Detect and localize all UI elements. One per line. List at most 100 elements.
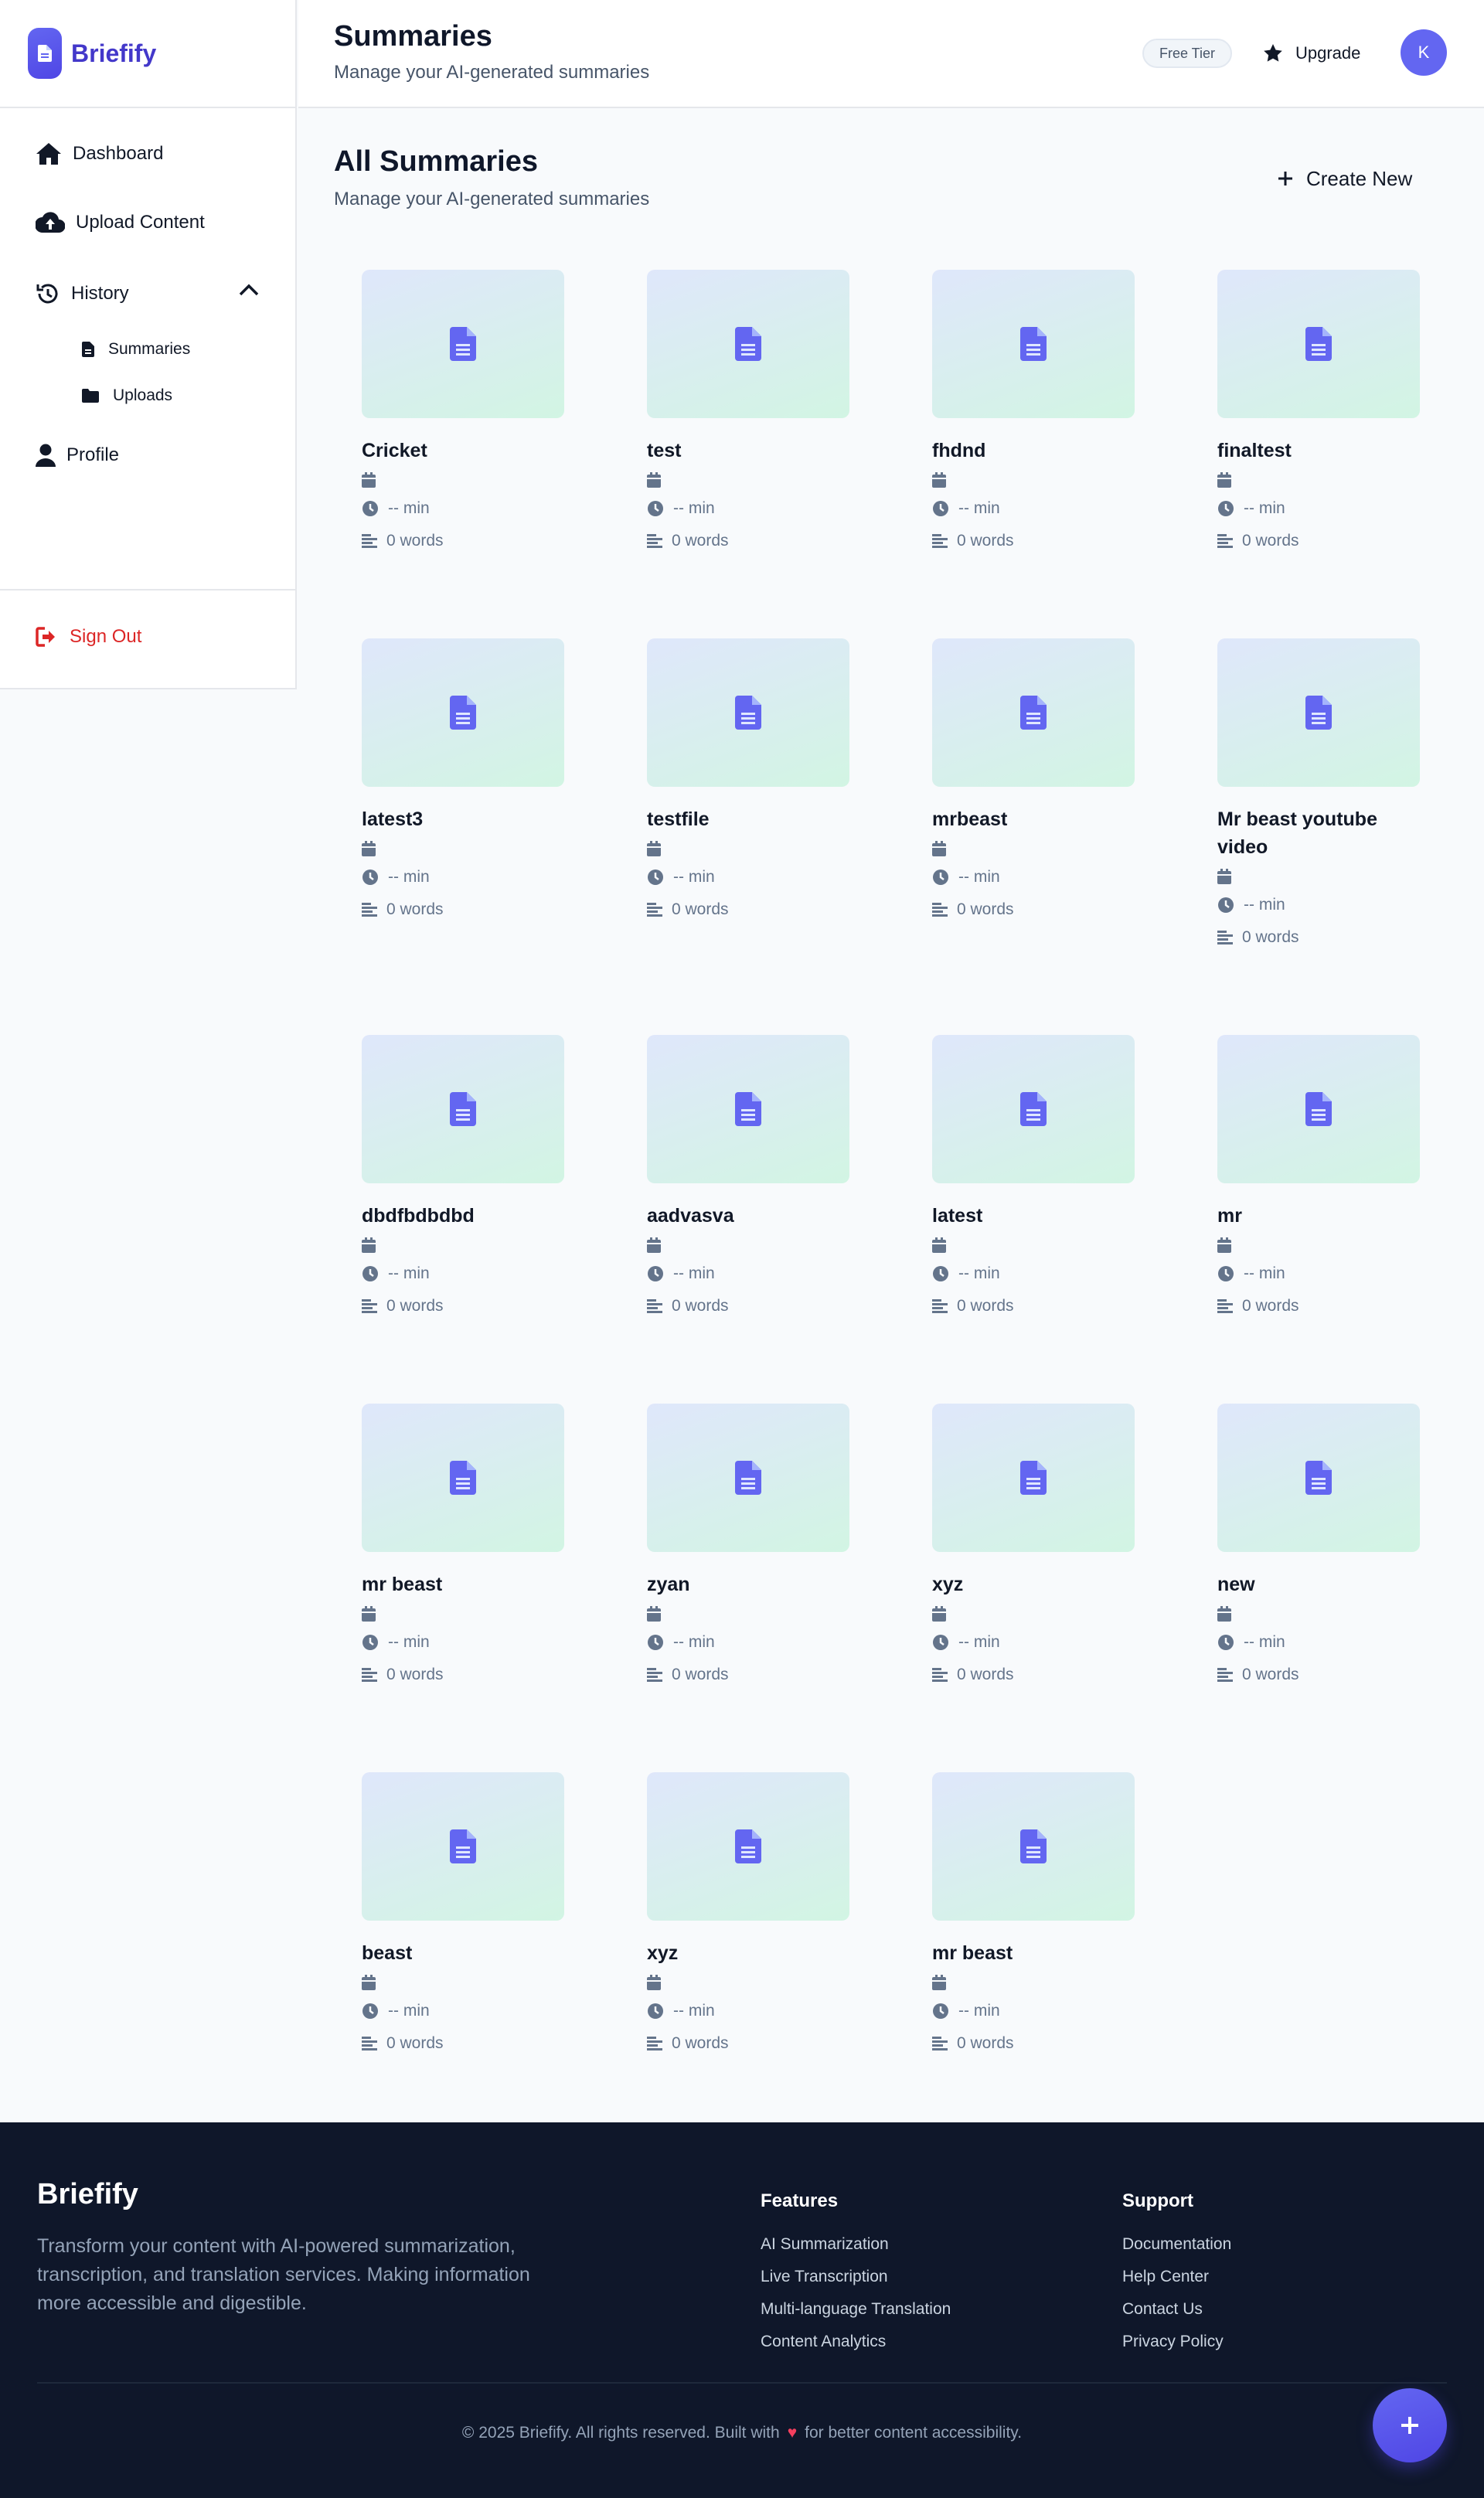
footer-link[interactable]: Content Analytics xyxy=(761,2333,886,2351)
summary-card[interactable]: aadvasva -- min 0 words xyxy=(647,1035,849,1321)
text-lines-icon xyxy=(1217,931,1233,944)
document-icon xyxy=(735,327,761,361)
sidebar-item-label: Dashboard xyxy=(73,143,164,164)
text-lines-icon xyxy=(647,1299,662,1313)
calendar-icon xyxy=(932,841,946,856)
summary-duration: -- min xyxy=(647,494,849,523)
folder-icon xyxy=(82,389,99,403)
sidebar-item-history[interactable]: History xyxy=(36,281,129,306)
text-lines-icon xyxy=(932,2037,948,2050)
summary-thumbnail xyxy=(647,270,849,418)
word-count-text: 0 words xyxy=(957,900,1014,918)
footer-link[interactable]: Documentation xyxy=(1122,2235,1231,2254)
summary-thumbnail xyxy=(647,638,849,787)
clock-icon xyxy=(933,2003,948,2019)
summary-word-count: 0 words xyxy=(1217,1660,1420,1690)
summary-date xyxy=(647,838,849,859)
duration-text: -- min xyxy=(1244,1264,1285,1282)
summary-card[interactable]: xyz -- min 0 words xyxy=(932,1404,1135,1690)
summary-word-count: 0 words xyxy=(647,1660,849,1690)
document-icon xyxy=(1305,1461,1332,1495)
document-icon xyxy=(450,1829,476,1863)
summary-card[interactable]: fhdnd -- min 0 words xyxy=(932,270,1135,556)
clock-icon xyxy=(648,501,663,516)
brand-logo-icon xyxy=(28,28,62,79)
sidebar-item-profile[interactable]: Profile xyxy=(36,444,119,467)
page-title: Summaries xyxy=(334,20,492,53)
sidebar-subitem-uploads[interactable]: Uploads xyxy=(82,386,172,405)
footer-link[interactable]: Contact Us xyxy=(1122,2300,1203,2319)
calendar-icon xyxy=(1217,1237,1231,1253)
avatar[interactable]: K xyxy=(1401,29,1447,76)
plus-icon xyxy=(1278,172,1292,185)
summary-title: mr beast xyxy=(932,1942,1013,1964)
summary-word-count: 0 words xyxy=(362,895,564,924)
summary-thumbnail xyxy=(932,270,1135,418)
footer-link[interactable]: Privacy Policy xyxy=(1122,2333,1224,2351)
footer-link[interactable]: Multi-language Translation xyxy=(761,2300,951,2319)
calendar-icon xyxy=(647,1606,661,1622)
document-icon xyxy=(450,1461,476,1495)
summary-duration: -- min xyxy=(1217,890,1420,920)
summary-title: zyan xyxy=(647,1574,690,1595)
summary-duration: -- min xyxy=(1217,1259,1420,1288)
summary-card[interactable]: zyan -- min 0 words xyxy=(647,1404,849,1690)
duration-text: -- min xyxy=(958,1264,1000,1282)
summary-card[interactable]: xyz -- min 0 words xyxy=(647,1772,849,2058)
brand[interactable]: Briefify xyxy=(28,28,156,79)
chevron-up-icon[interactable] xyxy=(238,283,260,297)
clock-icon xyxy=(362,1635,378,1650)
summary-card[interactable]: Mr beast youtube video -- min 0 words xyxy=(1217,638,1420,952)
create-new-button[interactable]: Create New xyxy=(1277,159,1412,198)
summary-card[interactable]: latest -- min 0 words xyxy=(932,1035,1135,1321)
summary-card[interactable]: latest3 -- min 0 words xyxy=(362,638,564,924)
summary-card[interactable]: new -- min 0 words xyxy=(1217,1404,1420,1690)
text-lines-icon xyxy=(1217,1299,1233,1313)
summary-title: beast xyxy=(362,1942,413,1964)
summary-date xyxy=(1217,1234,1420,1256)
summary-card[interactable]: mr beast -- min 0 words xyxy=(362,1404,564,1690)
summary-card[interactable]: mr beast -- min 0 words xyxy=(932,1772,1135,2058)
duration-text: -- min xyxy=(388,499,430,517)
history-icon xyxy=(36,284,58,304)
text-lines-icon xyxy=(647,903,662,917)
sidebar-subitem-summaries[interactable]: Summaries xyxy=(82,340,190,359)
summary-card[interactable]: mr -- min 0 words xyxy=(1217,1035,1420,1321)
sidebar-item-label: History xyxy=(71,283,129,304)
calendar-icon xyxy=(932,1606,946,1622)
summary-card[interactable]: Cricket -- min 0 words xyxy=(362,270,564,556)
sidebar-item-upload[interactable]: Upload Content xyxy=(36,212,205,233)
footer-link[interactable]: AI Summarization xyxy=(761,2235,889,2254)
summary-thumbnail xyxy=(932,1404,1135,1552)
summary-card[interactable]: mrbeast -- min 0 words xyxy=(932,638,1135,924)
word-count-text: 0 words xyxy=(386,2034,444,2052)
sidebar-item-dashboard[interactable]: Dashboard xyxy=(36,142,163,165)
summary-card[interactable]: testfile -- min 0 words xyxy=(647,638,849,924)
upgrade-button[interactable]: Upgrade xyxy=(1263,34,1360,73)
summary-word-count: 0 words xyxy=(362,1292,564,1321)
calendar-icon xyxy=(932,1975,946,1990)
page-subtitle: Manage your AI-generated summaries xyxy=(334,62,650,83)
summary-thumbnail xyxy=(362,638,564,787)
summary-card[interactable]: dbdfbdbdbd -- min 0 words xyxy=(362,1035,564,1321)
tier-badge: Free Tier xyxy=(1142,39,1233,68)
word-count-text: 0 words xyxy=(1242,928,1299,946)
summary-duration: -- min xyxy=(362,494,564,523)
summary-card[interactable]: beast -- min 0 words xyxy=(362,1772,564,2058)
sidebar-divider xyxy=(0,589,297,590)
footer-description: Transform your content with AI-powered s… xyxy=(37,2235,530,2314)
summary-title: dbdfbdbdbd xyxy=(362,1205,475,1227)
summary-card[interactable]: finaltest -- min 0 words xyxy=(1217,270,1420,556)
summary-word-count: 0 words xyxy=(647,526,849,556)
footer-link[interactable]: Help Center xyxy=(1122,2268,1209,2286)
footer-link[interactable]: Live Transcription xyxy=(761,2268,888,2286)
sign-out-button[interactable]: Sign Out xyxy=(36,626,141,648)
summary-card[interactable]: test -- min 0 words xyxy=(647,270,849,556)
duration-text: -- min xyxy=(388,1633,430,1651)
copyright-text: for better content accessibility. xyxy=(805,2424,1023,2442)
document-icon xyxy=(1305,1092,1332,1126)
summary-title: latest xyxy=(932,1205,983,1227)
word-count-text: 0 words xyxy=(957,1666,1014,1683)
calendar-icon xyxy=(647,1975,661,1990)
floating-add-button[interactable] xyxy=(1373,2388,1447,2462)
